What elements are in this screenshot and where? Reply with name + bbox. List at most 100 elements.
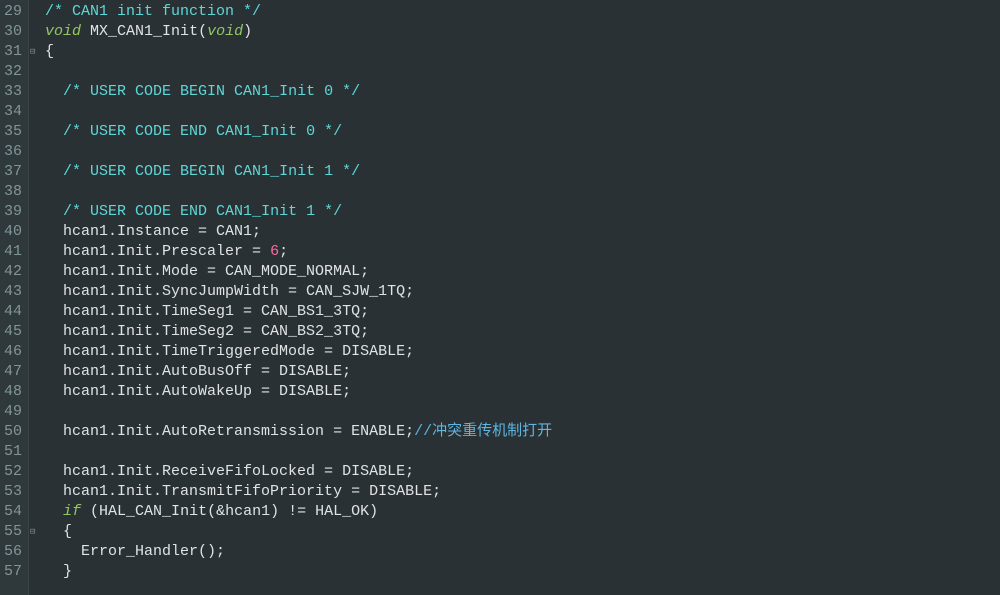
code-line: hcan1.Init.SyncJumpWidth = CAN_SJW_1TQ; — [45, 282, 1000, 302]
line-number: 29 — [4, 2, 22, 22]
fold-column: ⊟⊟ — [29, 0, 43, 595]
line-number: 50 — [4, 422, 22, 442]
code-token — [81, 23, 90, 40]
line-number: 34 — [4, 102, 22, 122]
line-number: 55 — [4, 522, 22, 542]
code-token: { — [45, 43, 54, 60]
code-token: { — [45, 523, 72, 540]
code-line: hcan1.Init.TransmitFifoPriority = DISABL… — [45, 482, 1000, 502]
line-number: 51 — [4, 442, 22, 462]
code-line: /* USER CODE END CAN1_Init 0 */ — [45, 122, 1000, 142]
line-number: 35 — [4, 122, 22, 142]
code-token — [45, 123, 63, 140]
code-token: /* USER CODE BEGIN CAN1_Init 1 */ — [63, 163, 360, 180]
code-token: hcan1.Init.TransmitFifoPriority = DISABL… — [45, 483, 441, 500]
fold-toggle-icon[interactable]: ⊟ — [30, 522, 35, 542]
code-token: hcan1.Init.AutoWakeUp = DISABLE; — [45, 383, 351, 400]
line-number: 33 — [4, 82, 22, 102]
code-line: /* CAN1 init function */ — [45, 2, 1000, 22]
code-token — [45, 83, 63, 100]
line-number: 48 — [4, 382, 22, 402]
code-line — [45, 182, 1000, 202]
code-line: hcan1.Init.TimeSeg2 = CAN_BS2_3TQ; — [45, 322, 1000, 342]
code-line — [45, 442, 1000, 462]
code-line: { — [45, 42, 1000, 62]
line-number: 31 — [4, 42, 22, 62]
code-line: void MX_CAN1_Init(void) — [45, 22, 1000, 42]
code-line — [45, 62, 1000, 82]
code-line: hcan1.Init.ReceiveFifoLocked = DISABLE; — [45, 462, 1000, 482]
code-token: ; — [279, 243, 288, 260]
code-token: //冲突重传机制打开 — [414, 423, 552, 440]
code-line: /* USER CODE BEGIN CAN1_Init 1 */ — [45, 162, 1000, 182]
code-token: 6 — [270, 243, 279, 260]
code-line: hcan1.Init.TimeTriggeredMode = DISABLE; — [45, 342, 1000, 362]
code-line: if (HAL_CAN_Init(&hcan1) != HAL_OK) — [45, 502, 1000, 522]
code-line — [45, 142, 1000, 162]
line-number: 49 — [4, 402, 22, 422]
code-token: void — [207, 23, 243, 40]
line-number: 44 — [4, 302, 22, 322]
code-token: MX_CAN1_Init — [90, 23, 198, 40]
code-token: (HAL_CAN_Init(&hcan1) != HAL_OK) — [81, 503, 378, 520]
code-line: /* USER CODE BEGIN CAN1_Init 0 */ — [45, 82, 1000, 102]
code-token: hcan1.Init.TimeSeg2 = CAN_BS2_3TQ; — [45, 323, 369, 340]
code-line: hcan1.Init.Prescaler = 6; — [45, 242, 1000, 262]
line-number: 39 — [4, 202, 22, 222]
code-token: hcan1.Init.TimeTriggeredMode = DISABLE; — [45, 343, 414, 360]
line-number: 52 — [4, 462, 22, 482]
code-token: /* USER CODE END CAN1_Init 1 */ — [63, 203, 342, 220]
code-token: hcan1.Init.AutoRetransmission = ENABLE; — [45, 423, 414, 440]
code-token: hcan1.Init.Prescaler = — [45, 243, 270, 260]
line-number: 40 — [4, 222, 22, 242]
code-line: { — [45, 522, 1000, 542]
code-token: hcan1.Instance = CAN1; — [45, 223, 261, 240]
code-line: } — [45, 562, 1000, 582]
line-number: 38 — [4, 182, 22, 202]
code-token: hcan1.Init.TimeSeg1 = CAN_BS1_3TQ; — [45, 303, 369, 320]
code-token: } — [45, 563, 72, 580]
line-number: 54 — [4, 502, 22, 522]
line-number: 56 — [4, 542, 22, 562]
line-number: 45 — [4, 322, 22, 342]
code-token: hcan1.Init.SyncJumpWidth = CAN_SJW_1TQ; — [45, 283, 414, 300]
code-token — [45, 163, 63, 180]
line-number: 46 — [4, 342, 22, 362]
code-token: Error_Handler(); — [45, 543, 225, 560]
code-line: hcan1.Instance = CAN1; — [45, 222, 1000, 242]
line-number: 37 — [4, 162, 22, 182]
code-token: hcan1.Init.ReceiveFifoLocked = DISABLE; — [45, 463, 414, 480]
code-line: hcan1.Init.Mode = CAN_MODE_NORMAL; — [45, 262, 1000, 282]
code-line: /* USER CODE END CAN1_Init 1 */ — [45, 202, 1000, 222]
code-token: void — [45, 23, 81, 40]
line-number-gutter: 2930313233343536373839404142434445464748… — [0, 0, 29, 595]
line-number: 57 — [4, 562, 22, 582]
code-line — [45, 102, 1000, 122]
code-line: hcan1.Init.AutoBusOff = DISABLE; — [45, 362, 1000, 382]
code-token: /* USER CODE END CAN1_Init 0 */ — [63, 123, 342, 140]
code-token: hcan1.Init.Mode = CAN_MODE_NORMAL; — [45, 263, 369, 280]
code-token: if — [63, 503, 81, 520]
fold-toggle-icon[interactable]: ⊟ — [30, 42, 35, 62]
code-token — [45, 503, 63, 520]
code-token — [45, 203, 63, 220]
line-number: 47 — [4, 362, 22, 382]
code-token: /* USER CODE BEGIN CAN1_Init 0 */ — [63, 83, 360, 100]
code-line: Error_Handler(); — [45, 542, 1000, 562]
line-number: 30 — [4, 22, 22, 42]
code-line: hcan1.Init.AutoWakeUp = DISABLE; — [45, 382, 1000, 402]
code-line: hcan1.Init.TimeSeg1 = CAN_BS1_3TQ; — [45, 302, 1000, 322]
line-number: 32 — [4, 62, 22, 82]
code-line — [45, 402, 1000, 422]
code-line: hcan1.Init.AutoRetransmission = ENABLE;/… — [45, 422, 1000, 442]
line-number: 41 — [4, 242, 22, 262]
line-number: 42 — [4, 262, 22, 282]
line-number: 53 — [4, 482, 22, 502]
code-area[interactable]: /* CAN1 init function */ void MX_CAN1_Ini… — [43, 0, 1000, 595]
line-number: 36 — [4, 142, 22, 162]
code-token: ) — [243, 23, 252, 40]
code-token: hcan1.Init.AutoBusOff = DISABLE; — [45, 363, 351, 380]
line-number: 43 — [4, 282, 22, 302]
code-token: /* CAN1 init function */ — [45, 3, 261, 20]
code-token: ( — [198, 23, 207, 40]
